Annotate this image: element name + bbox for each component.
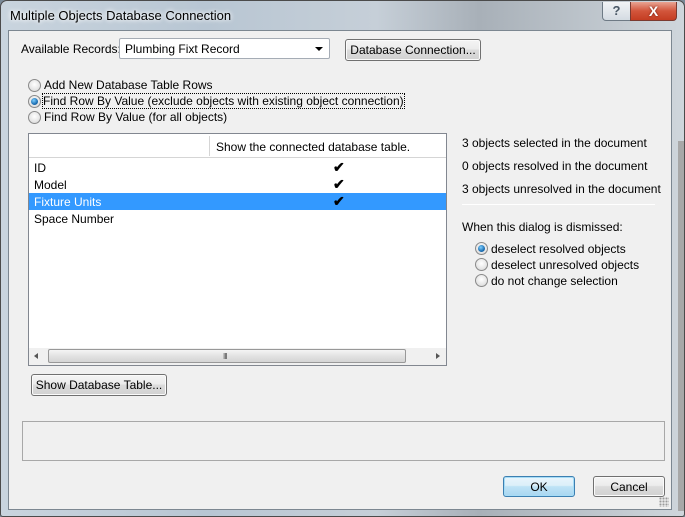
checkmark-icon[interactable]: ✔ [333, 159, 345, 176]
radio-no-change-label[interactable]: do not change selection [491, 274, 618, 288]
row-name: Fixture Units [34, 195, 102, 209]
radio-no-change[interactable] [475, 274, 488, 287]
close-icon: X [648, 3, 659, 19]
grid-row-id[interactable]: ID ✔ [29, 159, 446, 176]
grip-icon: III [223, 352, 228, 361]
available-records-dropdown[interactable]: Plumbing Fixt Record [119, 38, 330, 59]
scrollbar-thumb[interactable]: III [48, 349, 406, 363]
close-button[interactable]: X [630, 2, 677, 21]
radio-find-row-all[interactable] [28, 111, 41, 124]
fields-grid[interactable]: Show the connected database table. ID ✔ … [28, 133, 447, 366]
row-name: Model [34, 178, 67, 192]
cancel-button[interactable]: Cancel [593, 476, 665, 497]
cancel-label: Cancel [610, 480, 648, 494]
radio-find-row-all-label[interactable]: Find Row By Value (for all objects) [44, 110, 227, 124]
show-database-table-label: Show Database Table... [35, 378, 163, 392]
chevron-down-icon [315, 47, 323, 51]
radio-deselect-unresolved-label[interactable]: deselect unresolved objects [491, 258, 639, 272]
row-name: Space Number [34, 212, 115, 226]
ok-button[interactable]: OK [503, 476, 575, 497]
radio-deselect-resolved[interactable] [475, 242, 488, 255]
column-header-show-table[interactable]: Show the connected database table. [216, 140, 410, 154]
horizontal-scrollbar[interactable]: III [29, 348, 446, 365]
grid-row-model[interactable]: Model ✔ [29, 176, 446, 193]
grid-row-fixture-units[interactable]: Fixture Units ✔ [29, 193, 446, 210]
dismiss-label: When this dialog is dismissed: [462, 220, 623, 234]
status-area [22, 421, 665, 461]
divider [462, 204, 655, 205]
objects-unresolved-text: 3 objects unresolved in the document [462, 182, 661, 196]
radio-add-new-rows[interactable] [28, 79, 41, 92]
dialog-window: Multiple Objects Database Connection ? X… [0, 0, 685, 517]
background-window-edge [678, 141, 684, 511]
row-name: ID [34, 161, 46, 175]
radio-add-new-rows-label[interactable]: Add New Database Table Rows [44, 78, 213, 92]
help-icon: ? [612, 3, 621, 18]
checkmark-icon[interactable]: ✔ [333, 193, 345, 210]
show-database-table-button[interactable]: Show Database Table... [31, 374, 167, 396]
grid-row-space-number[interactable]: Space Number [29, 210, 446, 227]
objects-selected-text: 3 objects selected in the document [462, 136, 647, 150]
database-connection-button[interactable]: Database Connection... [345, 39, 481, 61]
column-separator[interactable] [209, 136, 210, 156]
database-connection-label: Database Connection... [350, 43, 476, 57]
available-records-value: Plumbing Fixt Record [125, 42, 240, 56]
radio-find-row-exclude[interactable] [28, 95, 41, 108]
resize-grip-icon[interactable] [659, 497, 669, 507]
window-title: Multiple Objects Database Connection [10, 8, 232, 23]
checkmark-icon[interactable]: ✔ [333, 176, 345, 193]
radio-deselect-resolved-label[interactable]: deselect resolved objects [491, 242, 626, 256]
radio-find-row-exclude-label[interactable]: Find Row By Value (exclude objects with … [42, 93, 405, 109]
scroll-right-icon[interactable] [436, 353, 440, 359]
title-bar[interactable]: Multiple Objects Database Connection ? X [1, 1, 684, 30]
ok-label: OK [530, 480, 548, 494]
available-records-label: Available Records: [21, 42, 121, 56]
grid-header: Show the connected database table. [29, 134, 446, 158]
help-button[interactable]: ? [602, 2, 631, 21]
dialog-body: Available Records: Plumbing Fixt Record … [8, 30, 672, 510]
radio-deselect-unresolved[interactable] [475, 258, 488, 271]
scroll-left-icon[interactable] [34, 353, 38, 359]
objects-resolved-text: 0 objects resolved in the document [462, 159, 648, 173]
